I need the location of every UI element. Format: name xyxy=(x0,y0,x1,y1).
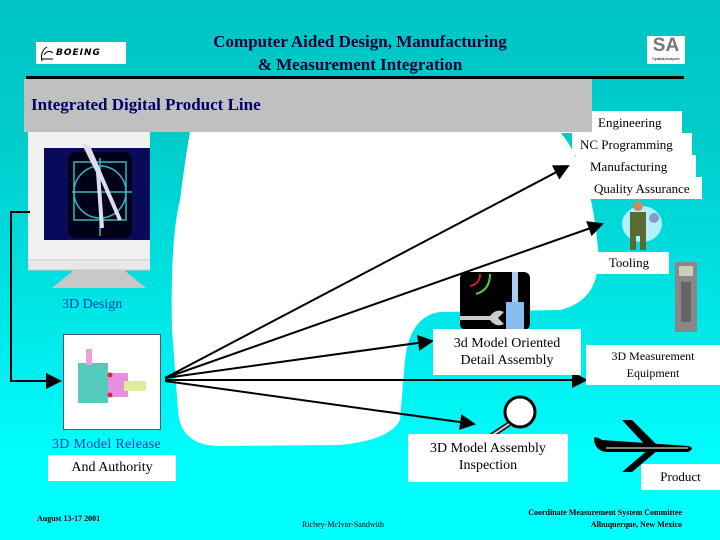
label-model-release: 3D Model Release xyxy=(52,437,161,452)
measurement-probe-icon xyxy=(675,262,697,332)
pump-model-icon xyxy=(78,349,146,403)
footer-location: Albuquerque, New Mexico xyxy=(590,520,682,529)
label-product: Product xyxy=(641,464,720,490)
assembly-tools-icon xyxy=(460,272,530,330)
footer-authors: Richey-McIvor-Sandwith xyxy=(302,520,385,529)
connector-design-to-release xyxy=(10,211,62,389)
label-detail-assembly: 3d Model Oriented Detail Assembly xyxy=(433,329,581,375)
label-tooling: Tooling xyxy=(589,252,669,274)
footer-committee: Coordinate Measurement System Committee xyxy=(528,508,682,517)
label-assembly-inspection: 3D Model Assembly Inspection xyxy=(408,434,568,482)
label-and-authority: And Authority xyxy=(48,455,176,481)
model-release-image xyxy=(63,334,161,430)
label-measurement-equipment: 3D Measurement Equipment xyxy=(586,345,720,385)
tooling-worker-icon xyxy=(622,201,662,250)
arrow-to-inspection xyxy=(164,380,476,430)
footer-date: August 13-17 2001 xyxy=(37,514,101,523)
arrow-to-detail-assembly xyxy=(164,334,434,379)
